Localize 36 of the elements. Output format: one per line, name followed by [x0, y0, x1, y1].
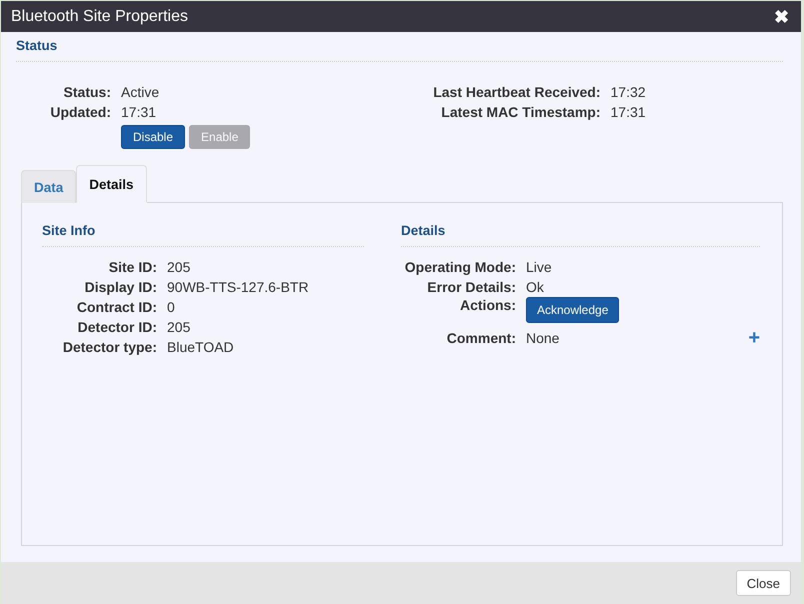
field-value: 205 — [167, 259, 190, 275]
field-label: Latest MAC Timestamp: — [440, 104, 600, 120]
field-label: Actions: — [459, 297, 516, 313]
section-heading: Details — [401, 221, 760, 247]
section-heading: Status — [16, 36, 783, 62]
field-value: 90WB-TTS-127.6-BTR — [167, 279, 309, 295]
field-value: Ok — [526, 279, 544, 295]
field-value: 17:31 — [121, 104, 156, 120]
tab[interactable]: Data — [21, 170, 76, 203]
field-value: Active — [121, 84, 160, 100]
field-value: None — [526, 330, 560, 346]
field-value: BlueTOAD — [167, 339, 234, 355]
field-value: 205 — [167, 319, 190, 335]
field-label: Error Details: — [426, 279, 516, 295]
action-button[interactable]: Disable — [121, 125, 186, 149]
tab[interactable]: Details — [76, 165, 147, 203]
close-button[interactable]: Close — [736, 570, 791, 596]
add-button[interactable]: + — [748, 328, 760, 348]
field-value: 17:32 — [610, 84, 646, 100]
close-button[interactable]: ✖ — [774, 6, 789, 28]
field-value: 0 — [167, 299, 175, 315]
field-label: Status: — [62, 84, 111, 100]
window-title: Bluetooth Site Properties — [11, 8, 188, 26]
field-value: 17:31 — [610, 104, 646, 120]
field-label: Last Heartbeat Received: — [432, 84, 600, 100]
field-label: Comment: — [446, 330, 516, 346]
field-label: Operating Mode: — [404, 259, 516, 275]
field-label: Detector ID: — [76, 319, 157, 335]
field-label: Detector type: — [62, 339, 157, 355]
field-label: Site ID: — [108, 259, 157, 275]
acknowledge-button[interactable]: Acknowledge — [526, 297, 620, 323]
section-heading: Site Info — [42, 221, 364, 247]
field-label: Contract ID: — [76, 299, 157, 315]
field-label: Display ID: — [84, 279, 157, 295]
field-value: Live — [526, 259, 552, 275]
field-label: Updated: — [49, 104, 111, 120]
